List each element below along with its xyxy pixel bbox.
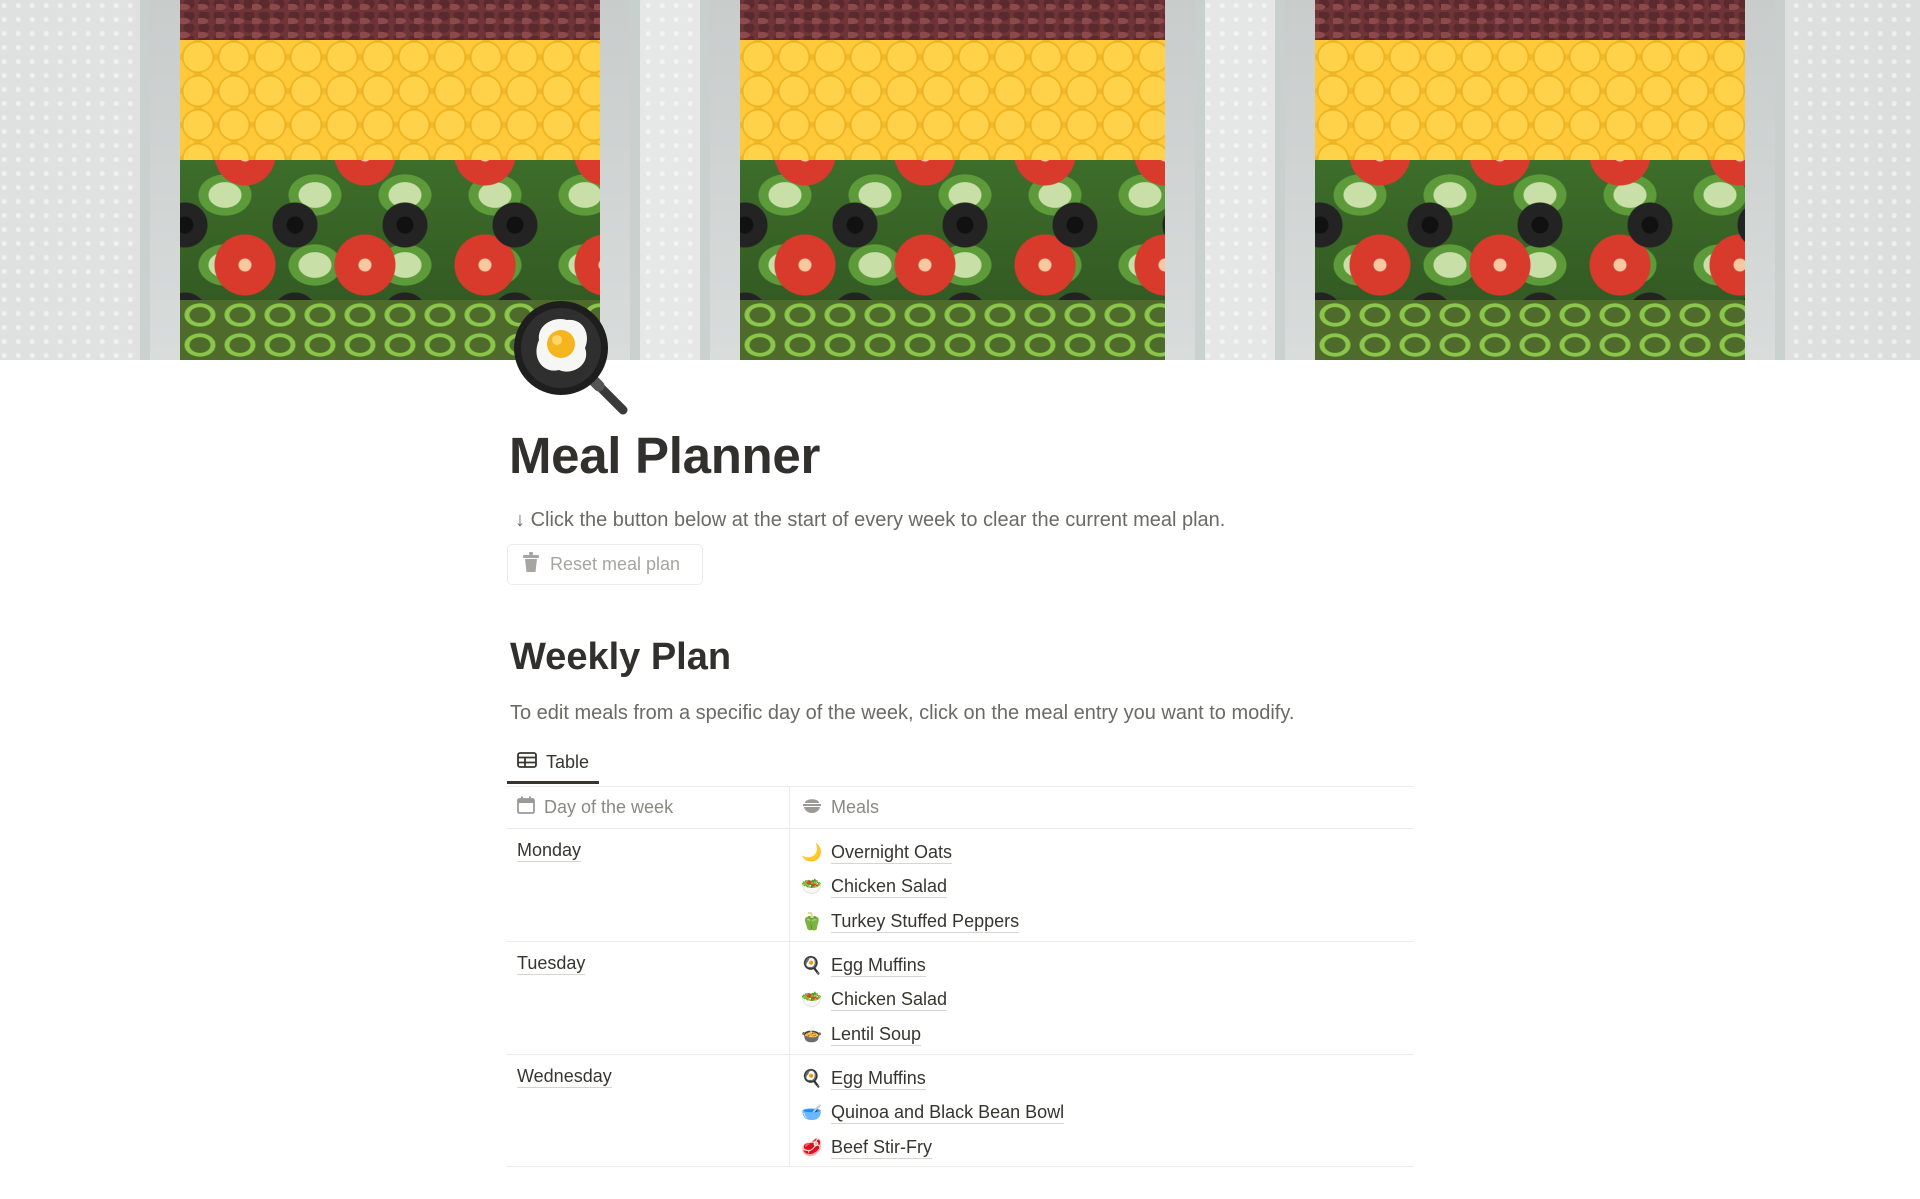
meal-name: Lentil Soup [831,1023,922,1046]
meal-name: Turkey Stuffed Peppers [831,910,1020,933]
table-icon [517,752,537,773]
salad-icon: 🥗 [801,877,823,897]
day-cell: Monday [507,829,790,941]
column-header-meals[interactable]: Meals [790,787,1413,828]
day-cell: Wednesday [507,1055,790,1166]
meals-cell: 🌙 Overnight Oats 🥗 Chicken Salad 🫑 Turke… [790,829,1413,941]
bell-pepper-icon: 🫑 [801,911,823,931]
meal-item[interactable]: 🥩 Beef Stir-Fry [801,1130,1413,1165]
intro-text-label: Click the button below at the start of e… [530,509,1226,531]
view-tabs: Table [507,744,600,786]
bowl-icon [802,797,822,818]
meal-item[interactable]: 🍲 Lentil Soup [801,1017,1413,1052]
meal-item[interactable]: 🌙 Overnight Oats [801,835,1413,870]
day-label[interactable]: Tuesday [517,952,586,975]
frying-pan-egg-icon: 🍳 [801,955,823,975]
table-row: Tuesday 🍳 Egg Muffins 🥗 Chicken Salad 🍲 … [507,941,1413,1054]
intro-text: ↓ Click the button below at the start of… [515,507,1225,533]
tab-table-label: Table [546,752,590,772]
page-title: Meal Planner [509,427,821,484]
trash-icon [522,552,540,577]
meal-name: Chicken Salad [831,876,948,899]
cover-container-right [1275,0,1785,360]
table-row: Wednesday 🍳 Egg Muffins 🥣 Quinoa and Bla… [507,1054,1413,1167]
soup-bowl-icon: 🍲 [801,1024,823,1044]
meal-name: Egg Muffins [831,954,926,977]
meal-item[interactable]: 🥗 Chicken Salad [801,870,1413,905]
day-label[interactable]: Monday [517,839,582,862]
column-header-day[interactable]: Day of the week [507,787,790,828]
meals-cell: 🍳 Egg Muffins 🥣 Quinoa and Black Bean Bo… [790,1055,1413,1166]
meal-item[interactable]: 🍳 Egg Muffins [801,1061,1413,1096]
meal-name: Egg Muffins [831,1067,926,1090]
bowl-with-spoon-icon: 🥣 [801,1103,823,1123]
frying-pan-egg-icon: 🍳 [801,1068,823,1088]
table-row: Monday 🌙 Overnight Oats 🥗 Chicken Salad … [507,828,1413,941]
section-description: To edit meals from a specific day of the… [510,702,1295,724]
meal-item[interactable]: 🥗 Chicken Salad [801,983,1413,1018]
reset-meal-plan-label: Reset meal plan [550,554,681,574]
meal-name: Overnight Oats [831,841,953,864]
weekly-plan-table: Day of the week Meals Monday 🌙 Overnight… [507,786,1413,1167]
day-label[interactable]: Wednesday [517,1065,612,1088]
arrow-down-icon: ↓ [515,509,525,531]
cover-container-middle [700,0,1205,360]
column-header-meals-label: Meals [831,797,880,817]
crescent-moon-icon: 🌙 [801,842,823,862]
day-cell: Tuesday [507,942,790,1054]
meal-name: Chicken Salad [831,989,948,1012]
meals-cell: 🍳 Egg Muffins 🥗 Chicken Salad 🍲 Lentil S… [790,942,1413,1054]
tab-table[interactable]: Table [507,744,600,784]
cover-image [0,0,1920,360]
salad-icon: 🥗 [801,990,823,1010]
meal-name: Beef Stir-Fry [831,1136,933,1159]
table-header-row: Day of the week Meals [507,786,1413,828]
reset-meal-plan-button[interactable]: Reset meal plan [507,544,703,585]
meal-item[interactable]: 🫑 Turkey Stuffed Peppers [801,904,1413,939]
meal-item[interactable]: 🍳 Egg Muffins [801,948,1413,983]
meat-cut-icon: 🥩 [801,1137,823,1157]
frying-pan-egg-icon[interactable] [511,298,629,416]
meal-name: Quinoa and Black Bean Bowl [831,1102,1065,1125]
calendar-icon [517,796,535,819]
meal-item[interactable]: 🥣 Quinoa and Black Bean Bowl [801,1096,1413,1131]
section-title: Weekly Plan [510,636,732,678]
column-header-day-label: Day of the week [544,797,674,817]
